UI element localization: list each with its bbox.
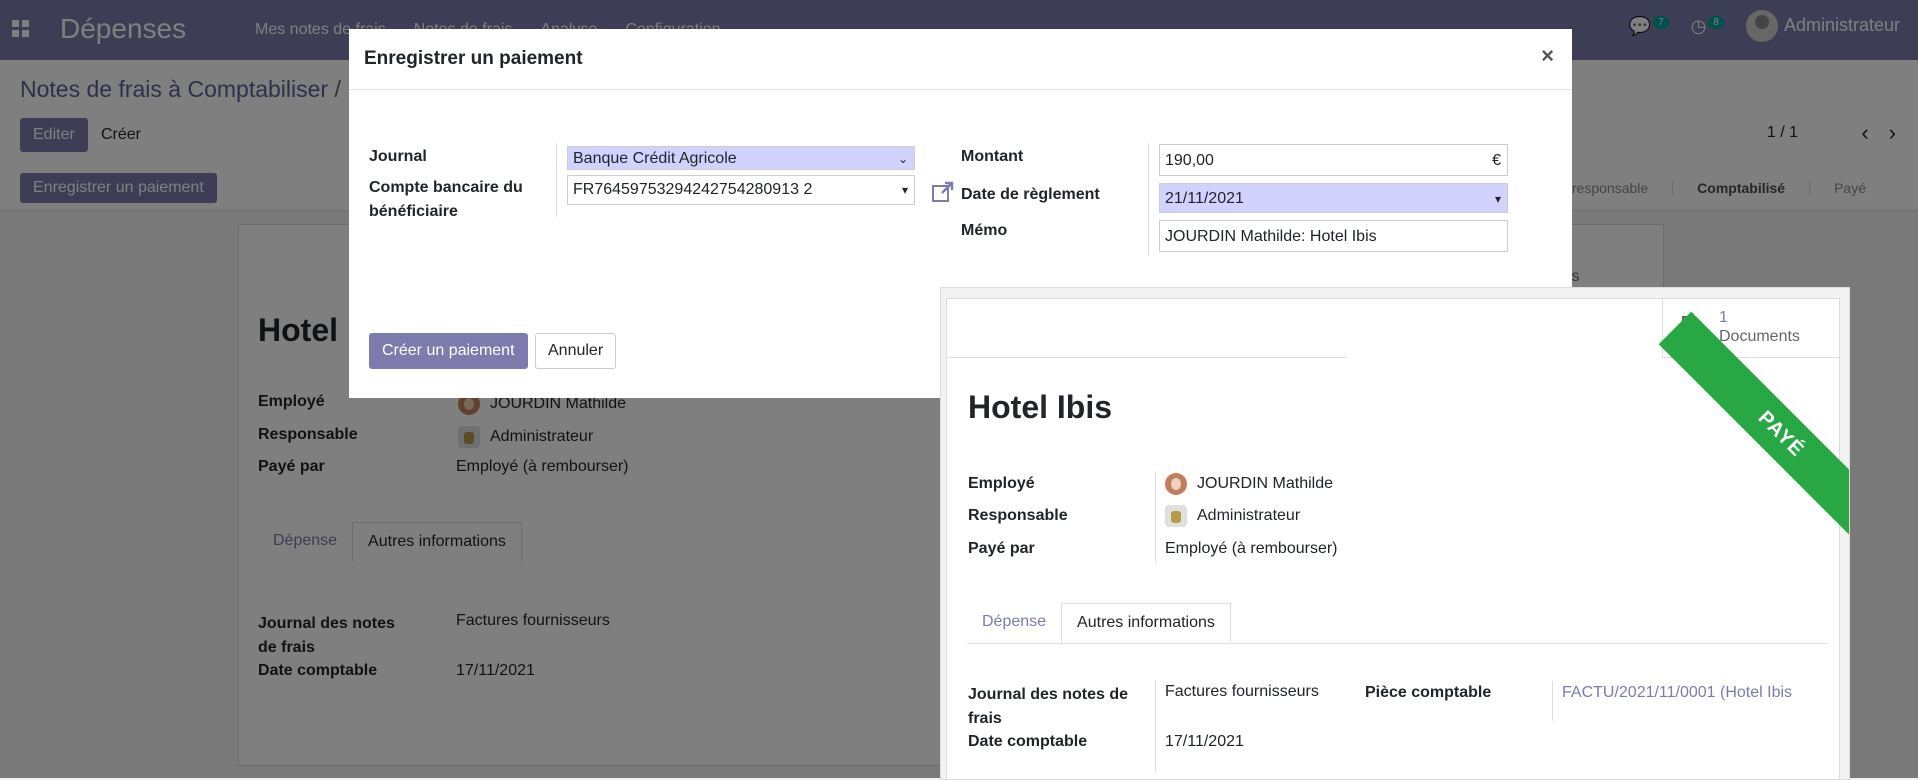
amount-value: 190,00 — [1165, 152, 1214, 169]
dialog-header: Enregistrer un paiement × — [349, 29, 1572, 90]
memo-value: JOURDIN Mathilde: Hotel Ibis — [1165, 228, 1377, 245]
accounting-entry-link[interactable]: FACTU/2021/11/0001 (Hotel Ibis — [1562, 684, 1792, 702]
employee-name: JOURDIN Mathilde — [1197, 475, 1334, 493]
create-payment-button[interactable]: Créer un paiement — [369, 333, 528, 369]
journal-value[interactable]: Factures fournisseurs — [1165, 683, 1319, 701]
divider — [947, 357, 1347, 358]
paid-expense-preview: 1 Documents PAYÉ Hotel Ibis Employé JOUR… — [940, 287, 1850, 780]
dialog-title: Enregistrer un paiement — [364, 48, 583, 69]
memo-label: Mémo — [961, 222, 1008, 239]
expense-title: Hotel Ibis — [968, 389, 1113, 425]
caret-down-icon: ▾ — [1494, 192, 1501, 206]
caret-down-icon: ▾ — [901, 183, 908, 197]
employee-label: Employé — [968, 475, 1035, 492]
tab-expense[interactable]: Dépense — [967, 603, 1061, 643]
close-icon[interactable]: × — [1541, 43, 1554, 69]
journal-label: Journal des notes de frais — [968, 686, 1129, 727]
separator — [1148, 143, 1149, 255]
separator — [1552, 681, 1553, 721]
external-link-icon[interactable] — [931, 180, 955, 204]
currency-symbol: € — [1492, 152, 1501, 169]
accounting-date-value[interactable]: 17/11/2021 — [1165, 733, 1244, 751]
paid-by-value[interactable]: Employé (à rembourser) — [1165, 540, 1338, 558]
manager-name: Administrateur — [1197, 507, 1301, 525]
bank-account-input[interactable]: FR76459753294242754280913 2 ▾ — [567, 175, 915, 205]
journal-select[interactable]: Banque Crédit Agricole ⌄ — [567, 146, 915, 170]
tabs-divider — [967, 643, 1827, 644]
manager-value[interactable]: Administrateur — [1165, 505, 1300, 527]
preview-sheet: 1 Documents PAYÉ Hotel Ibis Employé JOUR… — [946, 298, 1849, 779]
memo-input[interactable]: JOURDIN Mathilde: Hotel Ibis — [1159, 220, 1508, 252]
bank-account-label: Compte bancaire du bénéficiaire — [369, 179, 523, 220]
accounting-entry-label: Pièce comptable — [1365, 684, 1492, 701]
documents-count: 1 — [1719, 309, 1728, 326]
form-tabs: Dépense Autres informations — [967, 603, 1231, 643]
amount-label: Montant — [961, 148, 1024, 165]
tab-other-info[interactable]: Autres informations — [1061, 603, 1231, 643]
separator — [1155, 471, 1156, 563]
employee-value[interactable]: JOURDIN Mathilde — [1165, 473, 1333, 495]
separator — [1155, 681, 1156, 773]
manager-avatar — [1165, 505, 1187, 527]
payment-date-label: Date de règlement — [961, 186, 1100, 203]
accounting-date-label: Date comptable — [968, 733, 1088, 750]
chevron-down-icon: ⌄ — [897, 152, 908, 166]
paid-by-label: Payé par — [968, 540, 1035, 557]
amount-input[interactable]: 190,00 € — [1159, 144, 1508, 176]
payment-date-input[interactable]: 21/11/2021 ▾ — [1159, 183, 1508, 213]
payment-date-value: 21/11/2021 — [1165, 190, 1244, 207]
bank-account-value: FR76459753294242754280913 2 — [573, 181, 813, 198]
journal-label: Journal — [369, 148, 427, 165]
employee-avatar — [1165, 473, 1187, 495]
documents-label: Documents — [1719, 328, 1800, 345]
separator — [556, 143, 557, 217]
cancel-button[interactable]: Annuler — [535, 333, 617, 369]
manager-label: Responsable — [968, 507, 1068, 524]
journal-select-value: Banque Crédit Agricole — [573, 150, 737, 167]
